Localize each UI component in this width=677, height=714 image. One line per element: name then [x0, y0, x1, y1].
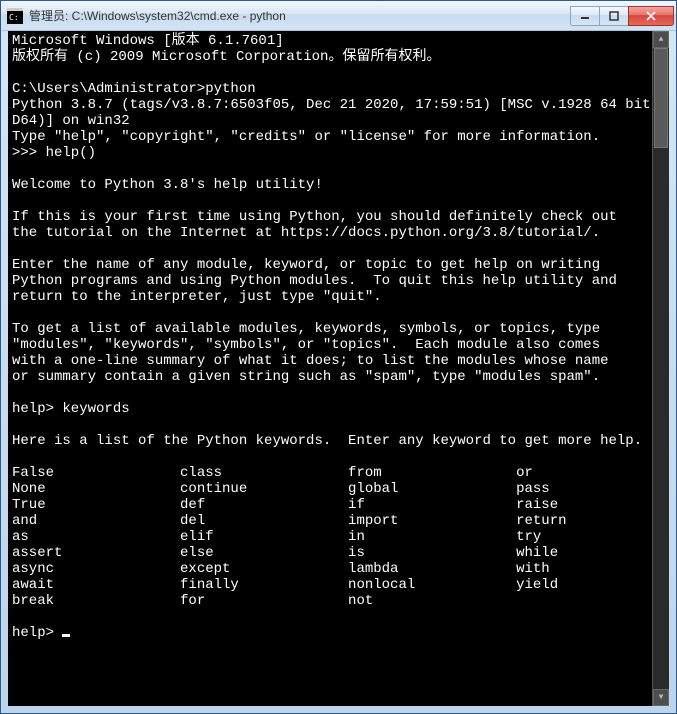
keyword-row: and del import return — [12, 513, 665, 529]
terminal-line: "modules", "keywords", "symbols", or "to… — [12, 337, 665, 353]
terminal-line: Enter the name of any module, keyword, o… — [12, 257, 665, 273]
keyword-row: await finally nonlocal yield — [12, 577, 665, 593]
terminal-line: help> keywords — [12, 401, 665, 417]
scroll-thumb[interactable] — [654, 48, 668, 148]
keyword-row: assert else is while — [12, 545, 665, 561]
keyword-row: async except lambda with — [12, 561, 665, 577]
keyword-row: None continue global pass — [12, 481, 665, 497]
terminal-content: Microsoft Windows [版本 6.1.7601]版权所有 (c) … — [12, 33, 665, 641]
terminal-line: with a one-line summary of what it does;… — [12, 353, 665, 369]
cmd-window: C: 管理员: C:\Windows\system32\cmd.exe - py… — [0, 0, 677, 714]
scroll-up-button[interactable]: ▲ — [653, 31, 669, 48]
titlebar[interactable]: C: 管理员: C:\Windows\system32\cmd.exe - py… — [1, 1, 676, 31]
terminal-line — [12, 385, 665, 401]
terminal-line: the tutorial on the Internet at https://… — [12, 225, 665, 241]
terminal-line: 版权所有 (c) 2009 Microsoft Corporation。保留所有… — [12, 49, 665, 65]
minimize-button[interactable] — [570, 6, 600, 26]
terminal-line: Here is a list of the Python keywords. E… — [12, 433, 665, 449]
terminal-line: If this is your first time using Python,… — [12, 209, 665, 225]
window-controls — [571, 6, 674, 26]
terminal-line: Welcome to Python 3.8's help utility! — [12, 177, 665, 193]
help-prompt[interactable]: help> — [12, 625, 665, 641]
keyword-row: as elif in try — [12, 529, 665, 545]
svg-text:C:: C: — [9, 13, 19, 22]
vertical-scrollbar[interactable]: ▲ ▼ — [652, 31, 669, 706]
terminal-line: return to the interpreter, just type "qu… — [12, 289, 665, 305]
keyword-row: break for not — [12, 593, 665, 609]
terminal-line: Python programs and using Python modules… — [12, 273, 665, 289]
terminal-line: D64)] on win32 — [12, 113, 665, 129]
terminal-area[interactable]: Microsoft Windows [版本 6.1.7601]版权所有 (c) … — [8, 31, 669, 706]
terminal-line: Python 3.8.7 (tags/v3.8.7:6503f05, Dec 2… — [12, 97, 665, 113]
scroll-down-button[interactable]: ▼ — [653, 689, 669, 706]
terminal-line: To get a list of available modules, keyw… — [12, 321, 665, 337]
terminal-line: >>> help() — [12, 145, 665, 161]
terminal-line — [12, 417, 665, 433]
window-title: 管理员: C:\Windows\system32\cmd.exe - pytho… — [29, 7, 571, 24]
terminal-line — [12, 449, 665, 465]
terminal-line — [12, 305, 665, 321]
terminal-line: Type "help", "copyright", "credits" or "… — [12, 129, 665, 145]
cursor — [62, 634, 70, 637]
close-button[interactable] — [628, 6, 674, 26]
terminal-line — [12, 65, 665, 81]
keyword-row: True def if raise — [12, 497, 665, 513]
scroll-track[interactable] — [653, 48, 669, 689]
keyword-row: False class from or — [12, 465, 665, 481]
terminal-line: C:\Users\Administrator>python — [12, 81, 665, 97]
terminal-line — [12, 161, 665, 177]
cmd-icon: C: — [7, 8, 23, 24]
terminal-line — [12, 193, 665, 209]
terminal-line — [12, 609, 665, 625]
terminal-line — [12, 241, 665, 257]
terminal-line: Microsoft Windows [版本 6.1.7601] — [12, 33, 665, 49]
prompt-text: help> — [12, 625, 62, 641]
maximize-button[interactable] — [599, 6, 629, 26]
terminal-line: or summary contain a given string such a… — [12, 369, 665, 385]
